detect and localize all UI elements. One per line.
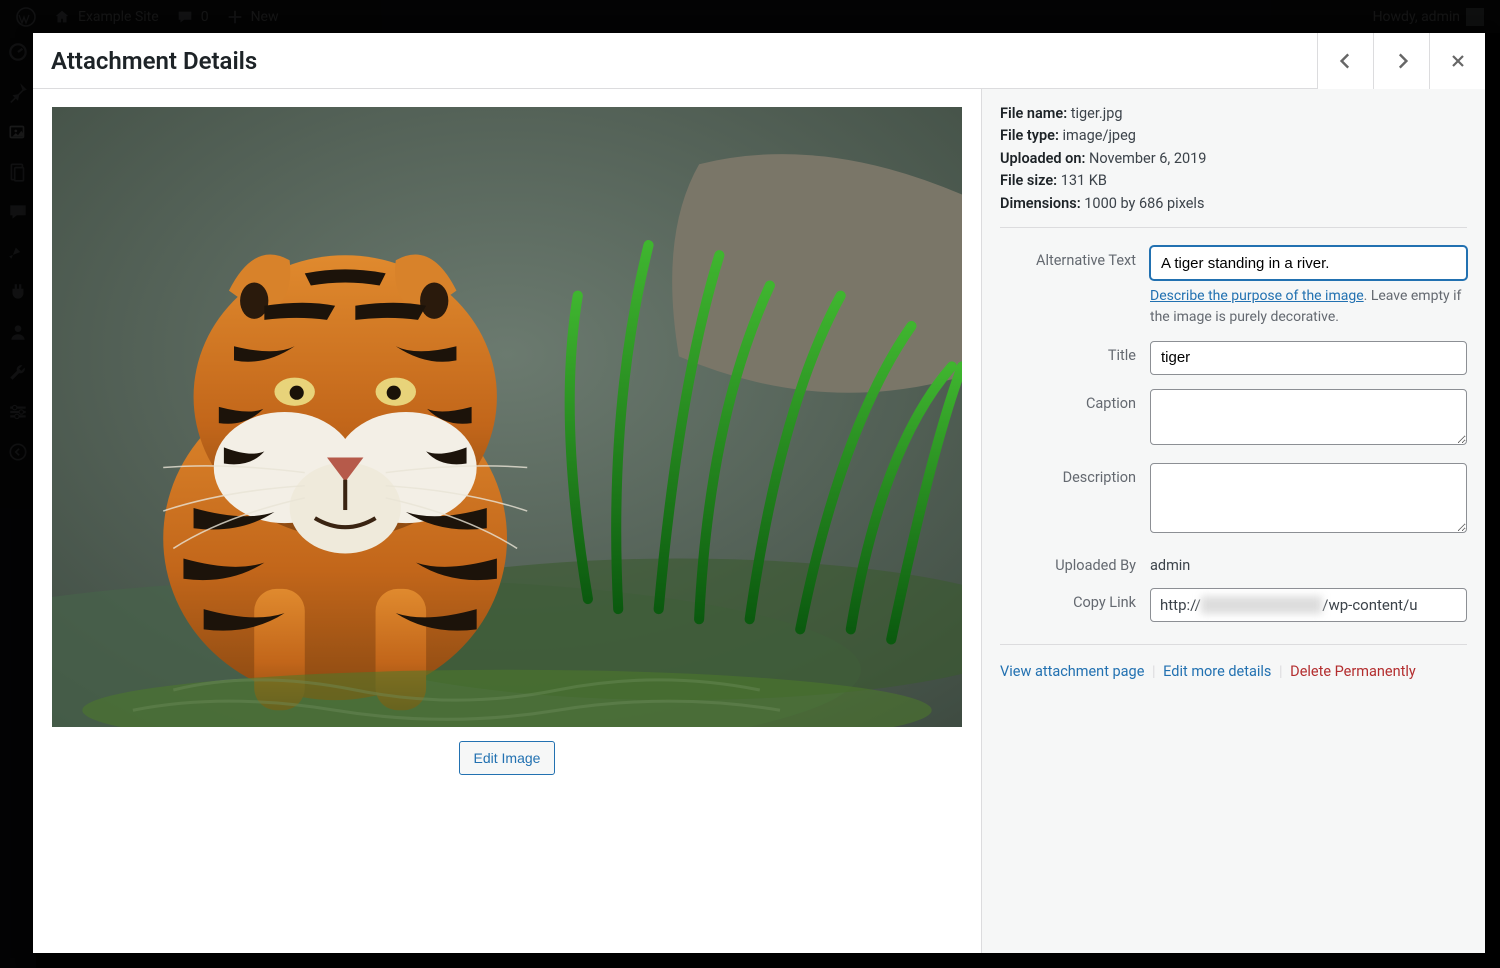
copy-link-input[interactable] bbox=[1150, 588, 1467, 622]
file-type-value: image/jpeg bbox=[1063, 127, 1136, 144]
file-name-label: File name: bbox=[1000, 105, 1067, 122]
uploaded-by-label: Uploaded By bbox=[1000, 551, 1150, 574]
uploaded-by-setting: Uploaded By admin bbox=[1000, 551, 1467, 574]
description-label: Description bbox=[1000, 463, 1150, 537]
file-name-value: tiger.jpg bbox=[1071, 105, 1123, 122]
alt-text-label: Alternative Text bbox=[1000, 246, 1150, 327]
title-label: Title bbox=[1000, 341, 1150, 375]
chevron-right-icon bbox=[1391, 50, 1413, 72]
close-button[interactable] bbox=[1429, 33, 1485, 89]
preview-pane: Edit Image bbox=[33, 89, 981, 953]
dimensions-value: 1000 by 686 pixels bbox=[1084, 195, 1204, 212]
attachment-meta: File name: tiger.jpg File type: image/jp… bbox=[1000, 103, 1467, 215]
copy-link-setting: Copy Link http://exampleexamplee/wp-cont… bbox=[1000, 588, 1467, 622]
title-setting: Title bbox=[1000, 341, 1467, 375]
modal-header: Attachment Details bbox=[33, 33, 1485, 89]
view-attachment-link[interactable]: View attachment page bbox=[1000, 663, 1144, 680]
edit-image-button[interactable]: Edit Image bbox=[459, 741, 556, 775]
edit-more-details-link[interactable]: Edit more details bbox=[1163, 663, 1271, 680]
alt-text-help: Describe the purpose of the image. Leave… bbox=[1150, 286, 1467, 327]
caption-label: Caption bbox=[1000, 389, 1150, 449]
uploaded-on-label: Uploaded on: bbox=[1000, 150, 1085, 167]
chevron-left-icon bbox=[1335, 50, 1357, 72]
next-button[interactable] bbox=[1373, 33, 1429, 89]
prev-button[interactable] bbox=[1317, 33, 1373, 89]
copy-link-label: Copy Link bbox=[1000, 588, 1150, 622]
close-icon bbox=[1448, 51, 1468, 71]
caption-setting: Caption bbox=[1000, 389, 1467, 449]
description-input[interactable] bbox=[1150, 463, 1467, 533]
file-size-label: File size: bbox=[1000, 172, 1057, 189]
file-type-label: File type: bbox=[1000, 127, 1059, 144]
modal-content: Edit Image File name: tiger.jpg File typ… bbox=[33, 89, 1485, 953]
caption-input[interactable] bbox=[1150, 389, 1467, 445]
description-setting: Description bbox=[1000, 463, 1467, 537]
uploaded-by-value: admin bbox=[1150, 551, 1467, 574]
alt-text-input[interactable] bbox=[1150, 246, 1467, 280]
alt-text-help-link[interactable]: Describe the purpose of the image bbox=[1150, 288, 1364, 304]
file-size-value: 131 KB bbox=[1061, 172, 1107, 189]
attachment-details-modal: Attachment Details bbox=[33, 33, 1485, 953]
details-pane: File name: tiger.jpg File type: image/jp… bbox=[981, 89, 1485, 953]
dimensions-label: Dimensions: bbox=[1000, 195, 1081, 212]
attachment-preview-image bbox=[52, 107, 962, 727]
attachment-actions: View attachment page | Edit more details… bbox=[1000, 663, 1467, 680]
uploaded-on-value: November 6, 2019 bbox=[1089, 150, 1206, 167]
delete-permanently-link[interactable]: Delete Permanently bbox=[1290, 663, 1416, 680]
title-input[interactable] bbox=[1150, 341, 1467, 375]
modal-title: Attachment Details bbox=[51, 47, 257, 75]
alt-text-setting: Alternative Text Describe the purpose of… bbox=[1000, 246, 1467, 327]
